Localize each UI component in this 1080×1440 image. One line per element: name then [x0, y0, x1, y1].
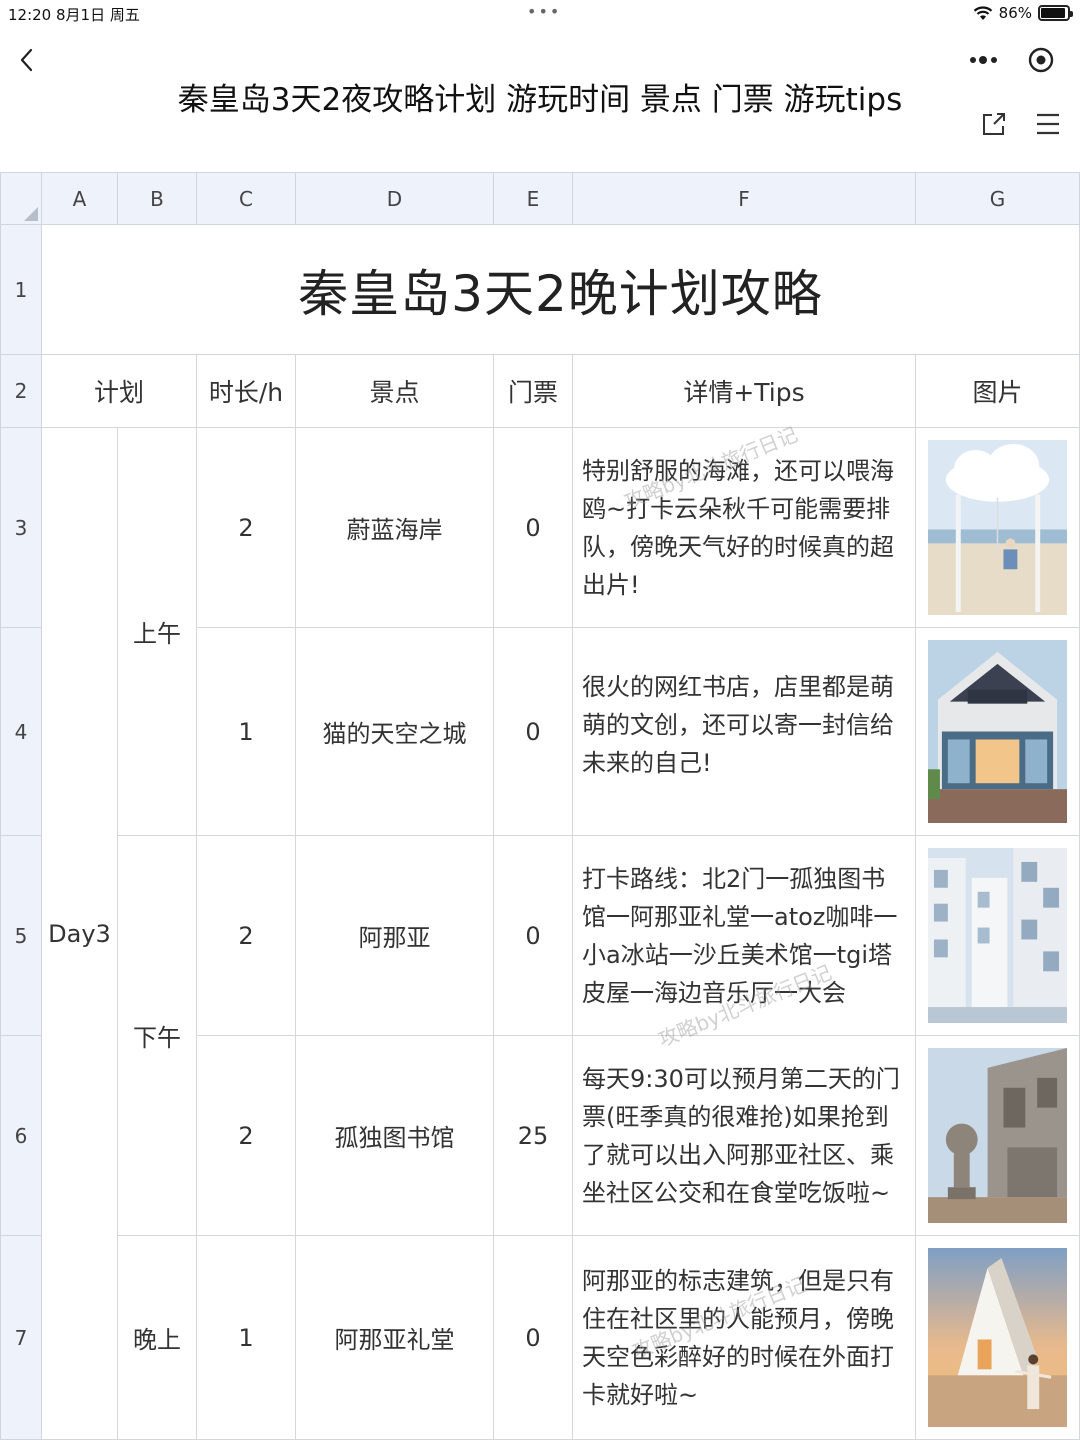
spreadsheet-grid: A B C D E F G 1 2 3 4 5 6 7 秦皇岛3天2晚计划攻略 …: [0, 172, 1080, 1440]
multitask-dots[interactable]: •••: [527, 2, 561, 21]
row-header-7[interactable]: 7: [0, 1236, 42, 1440]
select-all-corner[interactable]: [0, 172, 42, 225]
back-icon[interactable]: [14, 46, 42, 74]
tips-text: 打卡路线：北2门一孤独图书馆一阿那亚礼堂一atoz咖啡一小a冰站一沙丘美术馆一t…: [582, 864, 898, 1007]
picture-cell[interactable]: [916, 836, 1080, 1036]
duration-cell[interactable]: 1: [197, 628, 296, 836]
header-duration[interactable]: 时长/h: [197, 355, 296, 428]
duration-cell[interactable]: 2: [197, 428, 296, 628]
page-title: 秦皇岛3天2夜攻略计划 游玩时间 景点 门票 游玩tips: [177, 82, 903, 118]
picture-cell[interactable]: [916, 1036, 1080, 1236]
battery-icon: [1038, 5, 1073, 21]
sheet-title-cell[interactable]: 秦皇岛3天2晚计划攻略: [42, 225, 1080, 355]
column-header-a[interactable]: A: [42, 172, 118, 225]
period-evening-cell[interactable]: 晚上: [118, 1236, 197, 1440]
duration-cell[interactable]: 2: [197, 1036, 296, 1236]
share-icon[interactable]: [980, 110, 1008, 138]
header-picture[interactable]: 图片: [916, 355, 1080, 428]
bookstore-photo: [928, 640, 1067, 823]
status-time: 12:20 8月1日 周五: [8, 6, 140, 24]
tips-text: 特别舒服的海滩，还可以喂海鸥~打卡云朵秋千可能需要排队，傍晚天气好的时候真的超出…: [582, 456, 894, 599]
menu-icon[interactable]: [1034, 110, 1062, 138]
ticket-cell[interactable]: 0: [494, 628, 573, 836]
duration-cell[interactable]: 2: [197, 836, 296, 1036]
header-ticket[interactable]: 门票: [494, 355, 573, 428]
row-header-3[interactable]: 3: [0, 428, 42, 628]
ticket-cell[interactable]: 25: [494, 1036, 573, 1236]
row-header-5[interactable]: 5: [0, 836, 42, 1036]
column-header-c[interactable]: C: [197, 172, 296, 225]
status-bar: 12:20 8月1日 周五 ••• 86%: [0, 0, 1080, 28]
tips-text: 每天9:30可以预月第二天的门票(旺季真的很难抢)如果抢到了就可以出入阿那亚社区…: [582, 1064, 900, 1207]
more-icon[interactable]: [968, 52, 1002, 68]
day-cell[interactable]: Day3: [42, 428, 118, 1440]
cloud-swing-photo: [928, 440, 1067, 615]
column-header-d[interactable]: D: [296, 172, 494, 225]
row-header-1[interactable]: 1: [0, 225, 42, 355]
duration-cell[interactable]: 1: [197, 1236, 296, 1440]
tips-cell[interactable]: 特别舒服的海滩，还可以喂海鸥~打卡云朵秋千可能需要排队，傍晚天气好的时候真的超出…: [573, 428, 916, 628]
spot-cell[interactable]: 蔚蓝海岸: [296, 428, 494, 628]
tips-text: 很火的网红书店，店里都是萌萌的文创，还可以寄一封信给未来的自己!: [582, 673, 894, 777]
status-right: 86%: [973, 4, 1073, 22]
ticket-cell[interactable]: 0: [494, 836, 573, 1036]
tips-cell[interactable]: 每天9:30可以预月第二天的门票(旺季真的很难抢)如果抢到了就可以出入阿那亚社区…: [573, 1036, 916, 1236]
spot-cell[interactable]: 阿那亚礼堂: [296, 1236, 494, 1440]
period-morning-cell[interactable]: 上午: [118, 428, 197, 836]
ticket-cell[interactable]: 0: [494, 428, 573, 628]
header-details[interactable]: 详情+Tips: [573, 355, 916, 428]
library-photo: [928, 1048, 1067, 1223]
header-spot[interactable]: 景点: [296, 355, 494, 428]
column-header-b[interactable]: B: [118, 172, 197, 225]
picture-cell[interactable]: [916, 1236, 1080, 1440]
period-afternoon-cell[interactable]: 下午: [118, 836, 197, 1236]
picture-cell[interactable]: [916, 428, 1080, 628]
column-header-g[interactable]: G: [916, 172, 1080, 225]
spot-cell[interactable]: 孤独图书馆: [296, 1036, 494, 1236]
battery-percent: 86%: [998, 4, 1032, 22]
spot-cell[interactable]: 猫的天空之城: [296, 628, 494, 836]
ticket-cell[interactable]: 0: [494, 1236, 573, 1440]
row-header-4[interactable]: 4: [0, 628, 42, 836]
close-miniprogram-icon[interactable]: [1026, 45, 1056, 75]
column-header-f[interactable]: F: [573, 172, 916, 225]
wifi-icon: [973, 6, 992, 20]
tips-cell[interactable]: 很火的网红书店，店里都是萌萌的文创，还可以寄一封信给未来的自己!: [573, 628, 916, 836]
row-header-2[interactable]: 2: [0, 355, 42, 428]
header-plan[interactable]: 计划: [42, 355, 197, 428]
spot-cell[interactable]: 阿那亚: [296, 836, 494, 1036]
column-header-e[interactable]: E: [494, 172, 573, 225]
aranya-buildings-photo: [928, 848, 1067, 1023]
picture-cell[interactable]: [916, 628, 1080, 836]
chapel-photo: [928, 1248, 1067, 1427]
tips-cell[interactable]: 打卡路线：北2门一孤独图书馆一阿那亚礼堂一atoz咖啡一小a冰站一沙丘美术馆一t…: [573, 836, 916, 1036]
tips-cell[interactable]: 阿那亚的标志建筑，但是只有住在社区里的人能预月，傍晚天空色彩醉好的时候在外面打卡…: [573, 1236, 916, 1440]
tips-text: 阿那亚的标志建筑，但是只有住在社区里的人能预月，傍晚天空色彩醉好的时候在外面打卡…: [582, 1266, 894, 1409]
row-header-6[interactable]: 6: [0, 1036, 42, 1236]
